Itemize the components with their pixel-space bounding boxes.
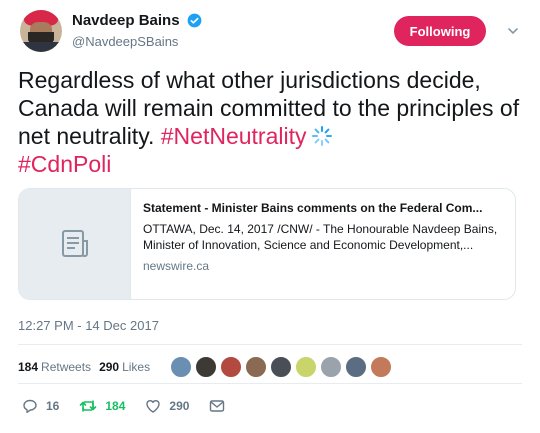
liker-avatar[interactable] bbox=[195, 356, 218, 378]
envelope-icon bbox=[210, 400, 225, 412]
tweet-text: Regardless of what other jurisdictions d… bbox=[18, 66, 528, 178]
card-thumbnail bbox=[19, 189, 131, 299]
card-description: OTTAWA, Dec. 14, 2017 /CNW/ - The Honour… bbox=[143, 222, 498, 252]
divider bbox=[18, 383, 522, 384]
tweet-timestamp[interactable]: 12:27 PM - 14 Dec 2017 bbox=[18, 318, 159, 333]
reply-count: 16 bbox=[46, 399, 60, 413]
liker-avatar[interactable] bbox=[270, 356, 293, 378]
reply-icon bbox=[23, 399, 37, 413]
card-title: Statement - Minister Bains comments on t… bbox=[143, 201, 483, 215]
card-body: Statement - Minister Bains comments on t… bbox=[143, 201, 503, 273]
heart-icon bbox=[146, 400, 161, 413]
retweet-button[interactable]: 184 bbox=[79, 398, 125, 414]
liker-avatar[interactable] bbox=[370, 356, 393, 378]
hashtag-netneutrality[interactable]: #NetNeutrality bbox=[161, 123, 307, 149]
reply-button[interactable]: 16 bbox=[22, 398, 59, 414]
divider bbox=[18, 344, 522, 345]
liker-avatar[interactable] bbox=[295, 356, 318, 378]
likes-count: 290 bbox=[99, 360, 120, 374]
retweets-stat[interactable]: 184 Retweets bbox=[18, 360, 91, 374]
card-domain: newswire.ca bbox=[143, 259, 210, 273]
author-handle[interactable]: @NavdeepSBains bbox=[72, 34, 202, 49]
like-button[interactable]: 290 bbox=[145, 398, 189, 414]
hashtag-cdnpoli[interactable]: #CdnPoli bbox=[18, 151, 111, 177]
tweet-header: Navdeep Bains @NavdeepSBains Following bbox=[14, 8, 526, 54]
following-button[interactable]: Following bbox=[394, 16, 486, 46]
likes-label: Likes bbox=[122, 360, 151, 374]
direct-message-button[interactable] bbox=[209, 398, 233, 414]
liker-avatars bbox=[170, 356, 395, 378]
liker-avatar[interactable] bbox=[170, 356, 193, 378]
liker-avatar[interactable] bbox=[320, 356, 343, 378]
retweet-icon bbox=[80, 400, 97, 412]
liker-avatar[interactable] bbox=[220, 356, 243, 378]
engagement-stats: 184 Retweets 290 Likes bbox=[18, 356, 395, 378]
likes-stat[interactable]: 290 Likes bbox=[99, 360, 150, 374]
liker-avatar[interactable] bbox=[245, 356, 268, 378]
verified-badge-icon bbox=[187, 13, 202, 28]
link-card[interactable]: Statement - Minister Bains comments on t… bbox=[18, 188, 516, 300]
retweets-label: Retweets bbox=[41, 360, 92, 374]
document-icon bbox=[61, 230, 88, 257]
action-bar: 16 184 290 bbox=[22, 398, 253, 414]
like-count: 290 bbox=[169, 399, 190, 413]
author-avatar[interactable] bbox=[20, 10, 62, 52]
retweets-count: 184 bbox=[18, 360, 39, 374]
chevron-down-icon[interactable] bbox=[506, 24, 520, 38]
liker-avatar[interactable] bbox=[345, 356, 368, 378]
retweet-count: 184 bbox=[105, 399, 126, 413]
author-info[interactable]: Navdeep Bains @NavdeepSBains bbox=[72, 12, 202, 49]
author-name[interactable]: Navdeep Bains bbox=[72, 12, 180, 29]
net-neutrality-emoji-icon bbox=[311, 126, 332, 146]
